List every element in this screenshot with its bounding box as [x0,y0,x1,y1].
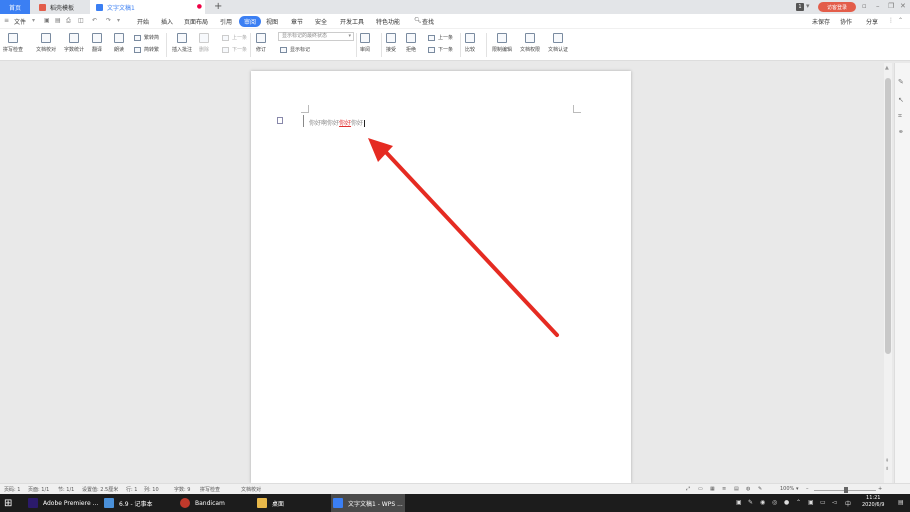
zoom-dropdown-icon[interactable]: ▾ [796,486,799,492]
zoom-out-icon[interactable]: – [806,486,809,492]
taskbar: ⊞ Adobe Premiere ... 6.9 - 记事本 Bandicam … [0,494,910,512]
status-row: 行: 1 [126,487,138,493]
status-bar: 页码: 1 页面: 1/1 节: 1/1 设置值: 2.5厘米 行: 1 列: … [0,483,910,494]
outline-view-icon[interactable]: ≡ [722,486,726,492]
zoom-slider-thumb[interactable] [844,487,848,493]
notification-center-icon[interactable]: ▤ [898,499,904,506]
taskbar-item-notepad[interactable]: 6.9 - 记事本 [102,494,176,512]
web-layout-icon[interactable]: ▦ [710,486,715,492]
tray-app-icon[interactable]: ✎ [748,499,753,506]
format-icon[interactable]: ⌗ [898,112,906,120]
taskbar-label: 文字文稿1 - WPS ... [348,500,403,508]
print-layout-icon[interactable]: ▭ [698,486,703,492]
show-hidden-icons[interactable]: ⌃ [796,499,801,506]
zoom-in-icon[interactable]: + [878,486,882,492]
share-panel-icon[interactable]: ⚭ [898,128,906,136]
status-page: 页码: 1 [4,487,21,493]
pen-icon[interactable]: ✎ [758,486,762,492]
premiere-icon [28,498,38,508]
status-pages[interactable]: 页面: 1/1 [28,486,49,493]
scrollbar-thumb[interactable] [885,78,891,354]
tray-app-icon[interactable]: ▣ [736,499,742,506]
volume-icon[interactable]: ◅ [832,499,837,506]
ime-indicator[interactable]: 中 [845,499,851,508]
folder-icon [257,498,267,508]
notepad-icon [104,498,114,508]
tray-app-icon[interactable]: ● [784,499,789,506]
right-side-panel [894,63,910,483]
select-cursor-icon[interactable]: ↖ [898,96,906,104]
zoom-level[interactable]: 100% [780,486,794,492]
tray-app-icon[interactable]: ◉ [760,499,765,506]
taskbar-label: Adobe Premiere ... [43,499,99,507]
start-button[interactable]: ⊞ [4,494,12,512]
taskbar-item-desktop[interactable]: 桌面 [255,494,329,512]
bandicam-icon [180,498,190,508]
reading-mode-icon[interactable]: ▤ [734,486,739,492]
tray-app-icon[interactable]: ▣ [808,499,814,506]
taskbar-item-premiere[interactable]: Adobe Premiere ... [26,494,100,512]
status-proof[interactable]: 文档校对 [241,486,261,493]
scroll-up-icon[interactable]: ▲ [885,65,889,71]
taskbar-label: 桌面 [272,500,285,508]
web-view-icon[interactable]: ◍ [746,486,750,492]
prev-page-icon[interactable]: ⇞ [885,458,889,464]
wechat-icon[interactable]: ◎ [772,499,777,506]
clock-time: 11:21 [866,495,881,501]
network-icon[interactable]: ▭ [820,499,826,506]
edit-icon[interactable]: ✎ [898,78,906,86]
status-col: 列: 10 [144,487,159,493]
wps-icon [333,498,343,508]
taskbar-item-bandicam[interactable]: Bandicam [178,494,252,512]
status-spell-check[interactable]: 拼写检查 [200,486,220,493]
next-page-icon[interactable]: ⇟ [885,466,889,472]
status-section: 节: 1/1 [58,487,75,493]
status-words[interactable]: 字数: 9 [174,486,190,493]
red-arrow-annotation [368,138,559,337]
clock-date: 2020/6/9 [862,502,885,508]
system-clock[interactable]: 11:21 2020/6/9 [862,495,884,509]
taskbar-label: 6.9 - 记事本 [119,500,153,508]
taskbar-label: Bandicam [195,499,225,507]
fit-page-icon[interactable]: ⤢ [686,486,690,492]
windows-icon: ⊞ [4,497,13,509]
taskbar-item-wps[interactable]: 文字文稿1 - WPS ... [331,494,405,512]
status-setting: 设置值: 2.5厘米 [82,487,119,493]
